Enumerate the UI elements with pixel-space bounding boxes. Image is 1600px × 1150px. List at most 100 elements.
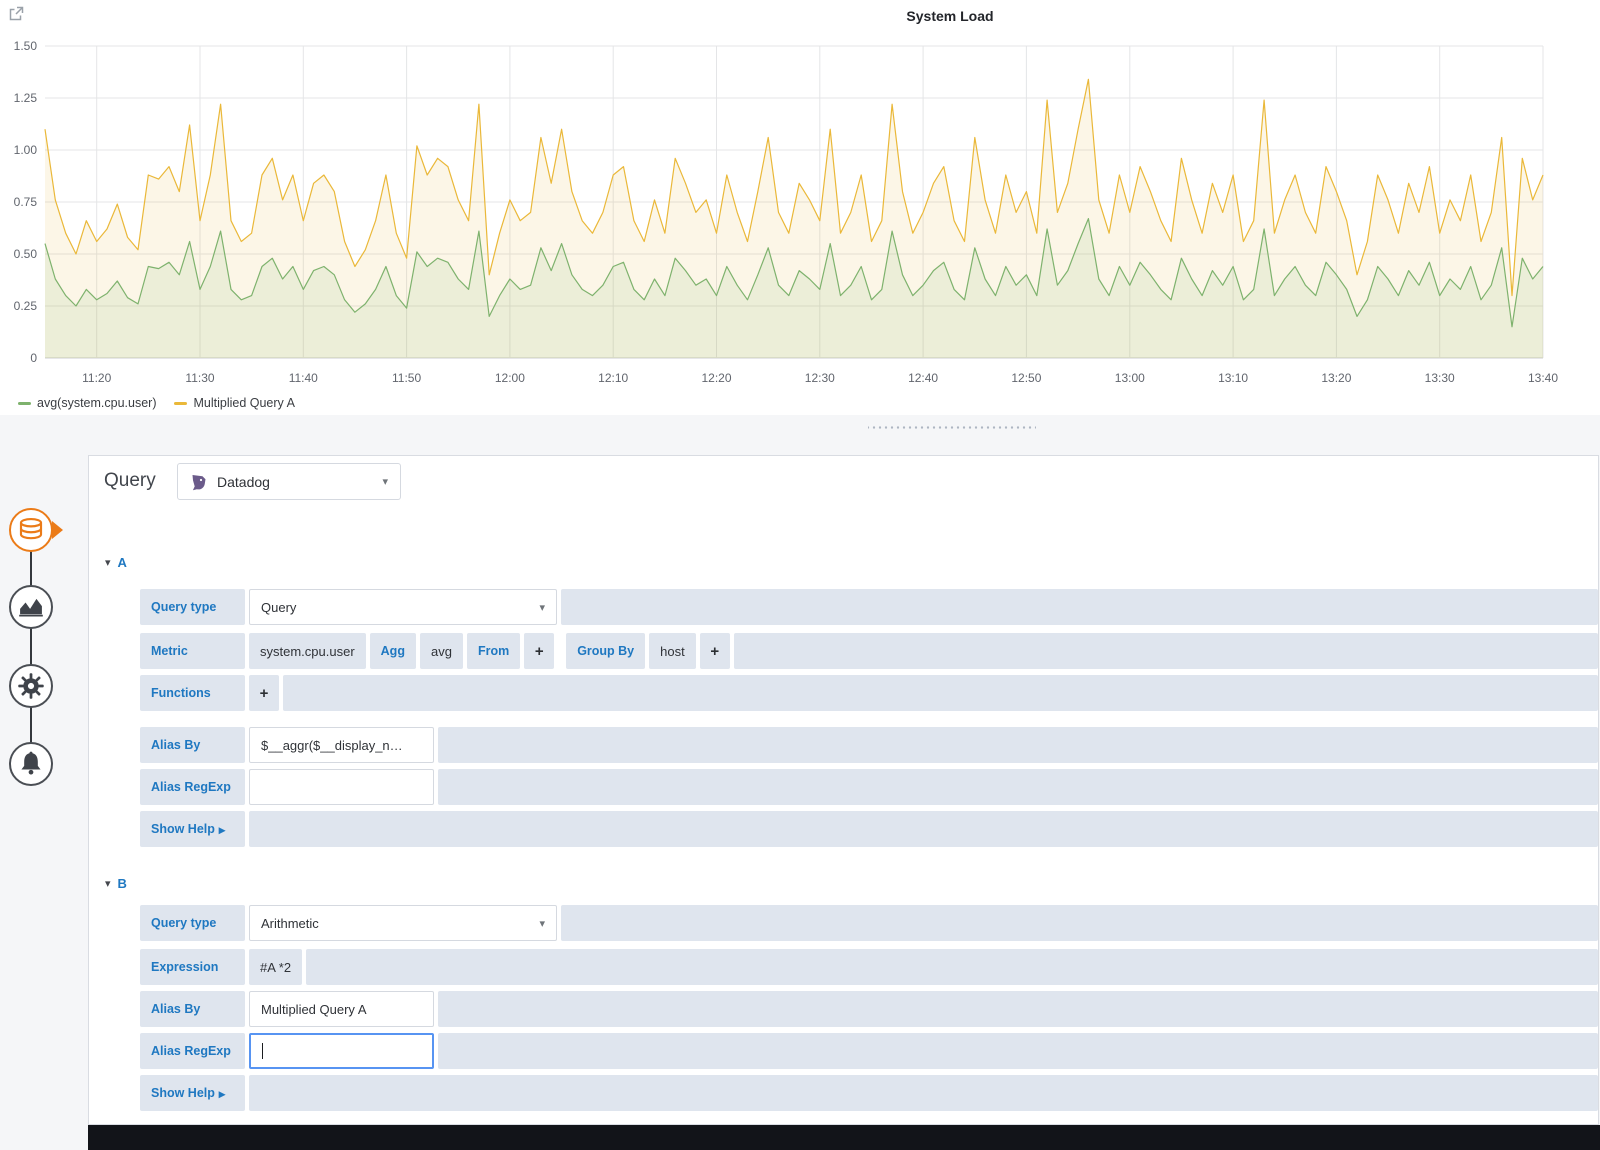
query-ref-letter: A [118,555,127,570]
query-section-b-header[interactable]: ▾ B [105,876,127,891]
general-tab[interactable] [9,664,53,708]
query-type-row-a: Query type Query ▾ [140,589,1598,625]
alias-regexp-input[interactable] [249,769,434,805]
area-chart-icon [11,585,51,629]
row-filler [283,675,1598,711]
row-filler [438,1033,1598,1069]
query-type-select[interactable]: Arithmetic ▾ [249,905,557,941]
alias-regexp-label: Alias RegExp [140,769,245,805]
svg-text:11:50: 11:50 [392,371,421,385]
svg-text:1.00: 1.00 [14,143,38,157]
svg-text:12:30: 12:30 [805,371,835,385]
legend-color-dash [18,402,31,405]
visualization-tab[interactable] [9,585,53,629]
svg-text:0: 0 [30,351,37,365]
svg-text:1.25: 1.25 [14,91,38,105]
alias-regexp-row-a: Alias RegExp [140,769,1598,805]
timeseries-chart[interactable]: 00.250.500.751.001.251.5011:2011:3011:40… [0,36,1600,388]
group-by-label: Group By [566,633,645,669]
show-help-row-b: Show Help ▸ [140,1075,1598,1111]
query-type-select[interactable]: Query ▾ [249,589,557,625]
metric-label: Metric [140,633,245,669]
expression-segment[interactable]: #A *2 [249,949,302,985]
panel-title: System Load [906,8,993,24]
collapse-icon: ▾ [105,556,111,569]
alias-regexp-input-focused[interactable] [249,1033,434,1069]
chevron-down-icon: ▾ [382,475,388,488]
bell-icon [11,742,51,786]
row-filler [438,769,1598,805]
metric-segment[interactable]: system.cpu.user [249,633,366,669]
row-filler [561,589,1598,625]
query-type-value: Query [261,600,296,615]
group-by-segment[interactable]: host [649,633,696,669]
svg-text:0.50: 0.50 [14,247,38,261]
query-type-label: Query type [140,905,245,941]
query-section-a-header[interactable]: ▾ A [105,555,127,570]
svg-text:12:00: 12:00 [495,371,525,385]
database-stack-icon [11,508,51,552]
chevron-down-icon: ▾ [539,917,545,930]
alias-by-row-a: Alias By $__aggr($__display_n… [140,727,1598,763]
agg-label: Agg [370,633,416,669]
tab-rail-line [30,530,32,764]
svg-text:13:30: 13:30 [1425,371,1455,385]
expression-row-b: Expression #A *2 [140,949,1598,985]
alias-by-label: Alias By [140,991,245,1027]
legend-item[interactable]: Multiplied Query A [174,396,294,410]
resize-handle[interactable] [868,424,1036,431]
show-help-row-a: Show Help ▸ [140,811,1598,847]
alert-tab[interactable] [9,742,53,786]
legend-item[interactable]: avg(system.cpu.user) [18,396,156,410]
svg-text:11:30: 11:30 [185,371,214,385]
svg-text:11:40: 11:40 [289,371,318,385]
alias-by-row-b: Alias By Multiplied Query A [140,991,1598,1027]
collapsed-section-bar[interactable] [88,1125,1600,1150]
from-label: From [467,633,520,669]
add-group-by-button[interactable]: + [700,633,730,669]
expression-label: Expression [140,949,245,985]
query-type-value: Arithmetic [261,916,319,931]
add-function-button[interactable]: + [249,675,279,711]
query-ref-letter: B [118,876,127,891]
query-editor-panel: Query Datadog ▾ ▾ A Query type Query ▾ M… [88,455,1599,1125]
svg-text:12:10: 12:10 [598,371,628,385]
svg-text:13:10: 13:10 [1218,371,1248,385]
svg-text:13:20: 13:20 [1321,371,1351,385]
alias-by-input[interactable]: Multiplied Query A [249,991,434,1027]
alias-by-input[interactable]: $__aggr($__display_n… [249,727,434,763]
datadog-logo-icon [190,473,208,491]
text-cursor [262,1043,263,1059]
triangle-right-icon: ▸ [219,1086,225,1101]
active-tab-arrow [52,521,63,539]
alias-regexp-label: Alias RegExp [140,1033,245,1069]
panel-resize-region [0,415,1600,455]
datasource-name: Datadog [217,474,270,490]
svg-text:12:40: 12:40 [908,371,938,385]
chevron-down-icon: ▾ [539,601,545,614]
graph-panel: System Load 00.250.500.751.001.251.5011:… [0,0,1600,416]
show-help-label: Show Help [151,1086,215,1100]
metric-row-a: Metric system.cpu.user Agg avg From + Gr… [140,633,1598,669]
row-filler [734,633,1598,669]
svg-text:13:00: 13:00 [1115,371,1145,385]
row-filler [249,811,1598,847]
functions-row-a: Functions + [140,675,1598,711]
row-filler [306,949,1598,985]
datasource-picker[interactable]: Datadog ▾ [177,463,401,500]
row-filler [561,905,1598,941]
external-link-icon[interactable] [7,5,25,23]
add-tag-button[interactable]: + [524,633,554,669]
chart-legend: avg(system.cpu.user) Multiplied Query A [18,396,295,410]
queries-tab[interactable] [9,508,53,552]
row-filler [438,727,1598,763]
legend-label: avg(system.cpu.user) [37,396,156,410]
alias-by-value: $__aggr($__display_n… [261,738,403,753]
show-help-button[interactable]: Show Help ▸ [140,811,245,847]
svg-text:0.25: 0.25 [14,299,38,313]
agg-segment[interactable]: avg [420,633,463,669]
query-editor-title: Query [104,470,156,492]
alias-by-label: Alias By [140,727,245,763]
show-help-button[interactable]: Show Help ▸ [140,1075,245,1111]
query-type-row-b: Query type Arithmetic ▾ [140,905,1598,941]
